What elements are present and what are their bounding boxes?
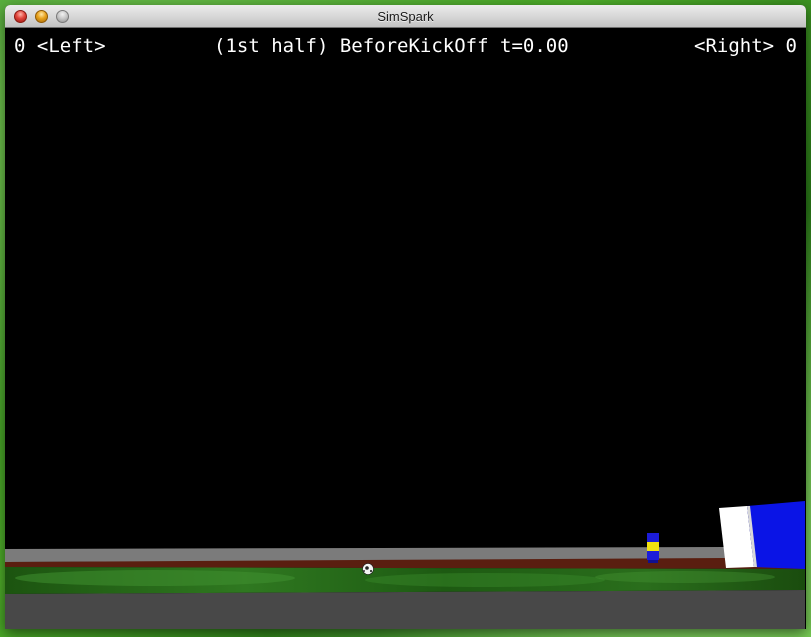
grass-highlight [595,571,775,583]
title-bar[interactable]: SimSpark [5,5,806,28]
play-mode: BeforeKickOff [339,35,489,57]
left-team-name: <Left> [36,35,106,57]
field-scene [5,501,805,629]
soccer-ball [362,563,374,575]
robot-player [647,533,659,563]
grass-highlight [15,570,295,586]
right-goal [719,501,805,569]
right-score-value: 0 [785,35,797,57]
game-viewport[interactable]: 0 <Left> (1st half) BeforeKickOff t=0.00… [5,28,806,629]
field-border-near [5,590,805,629]
grass-highlight [365,573,605,587]
left-score-value: 0 [14,35,26,57]
right-team-score: <Right> 0 [694,35,797,57]
window-title: SimSpark [377,9,434,24]
game-time: t=0.00 [500,35,569,57]
left-team-score: 0 <Left> [14,35,106,57]
half-indicator: (1st half) [214,35,329,57]
simspark-window: SimSpark 0 <Left> (1st half) BeforeKickO… [5,5,806,629]
game-status: (1st half) BeforeKickOff t=0.00 [214,35,569,57]
right-team-name: <Right> [694,35,775,57]
